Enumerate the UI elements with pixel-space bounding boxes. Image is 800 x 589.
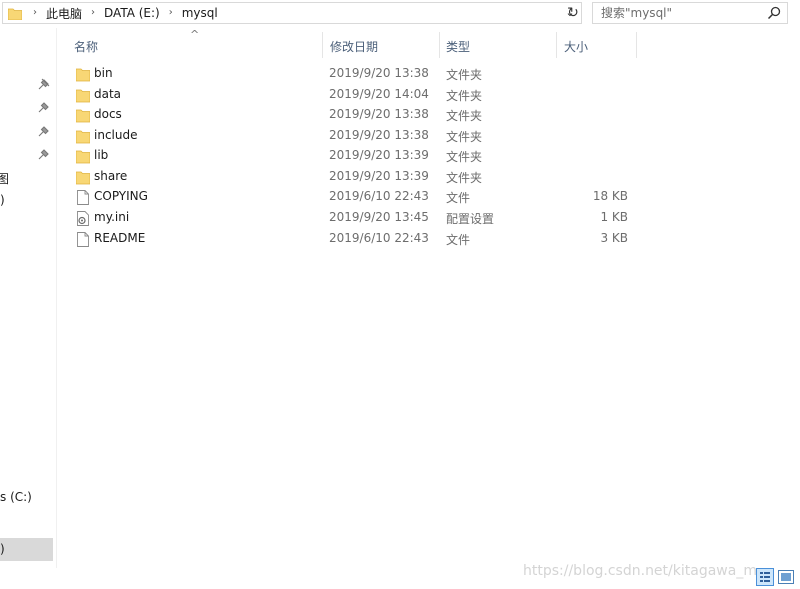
folder-icon [8, 8, 22, 20]
file-row[interactable]: share 2019/9/20 13:39 文件夹 [70, 167, 640, 187]
file-date: 2019/9/20 13:38 [329, 128, 429, 142]
file-name: share [94, 169, 128, 183]
pin-icon[interactable] [38, 78, 50, 90]
column-header-size[interactable]: 大小 [564, 38, 588, 55]
folder-icon [76, 109, 90, 123]
file-name: bin [94, 66, 113, 80]
folder-icon [76, 171, 90, 185]
file-name: README [94, 231, 146, 245]
pin-icon[interactable] [38, 101, 50, 113]
config-file-icon [77, 211, 89, 226]
breadcrumb: › 此电脑 › DATA (E:) › mysql [27, 3, 221, 23]
column-header-date[interactable]: 修改日期 [330, 38, 378, 55]
file-icon [77, 190, 89, 205]
nav-item-label[interactable]: 图 [0, 170, 9, 187]
column-header-type[interactable]: 类型 [446, 38, 470, 55]
folder-icon [76, 89, 90, 103]
file-date: 2019/9/20 13:38 [329, 66, 429, 80]
file-row[interactable]: data 2019/9/20 14:04 文件夹 [70, 85, 640, 105]
file-date: 2019/6/10 22:43 [329, 231, 429, 245]
file-date: 2019/6/10 22:43 [329, 189, 429, 203]
file-name: COPYING [94, 189, 148, 203]
nav-item-selected[interactable]: ) [0, 538, 53, 561]
file-size: 1 KB [600, 210, 628, 224]
breadcrumb-mysql[interactable]: mysql [179, 6, 221, 20]
file-size: 18 KB [592, 189, 628, 203]
file-row[interactable]: README 2019/6/10 22:43 文件 3 KB [70, 229, 640, 249]
file-date: 2019/9/20 13:38 [329, 107, 429, 121]
folder-icon [76, 130, 90, 144]
file-type: 文件夹 [446, 109, 483, 123]
chevron-right-icon[interactable]: › [163, 3, 179, 23]
nav-item-drive-c[interactable]: s (C:) [0, 490, 32, 504]
file-type: 文件夹 [446, 171, 483, 185]
file-date: 2019/9/20 13:39 [329, 169, 429, 183]
file-type: 文件夹 [446, 130, 483, 144]
file-row[interactable]: COPYING 2019/6/10 22:43 文件 18 KB [70, 187, 640, 207]
refresh-icon[interactable]: ↻ [562, 2, 584, 24]
column-divider[interactable] [322, 32, 323, 58]
file-date: 2019/9/20 13:45 [329, 210, 429, 224]
breadcrumb-drive-e[interactable]: DATA (E:) [101, 6, 163, 20]
file-name: include [94, 128, 138, 142]
file-name: docs [94, 107, 122, 121]
file-type: 文件 [446, 191, 471, 205]
folder-icon [76, 150, 90, 164]
folder-icon [76, 68, 90, 82]
sort-ascending-icon: ^ [190, 28, 200, 41]
file-type: 配置设置 [446, 212, 495, 226]
search-icon[interactable] [767, 6, 781, 20]
file-type: 文件夹 [446, 89, 483, 103]
navigation-pane[interactable]: 图 ) s (C:) ) [0, 28, 57, 568]
file-row[interactable]: my.ini 2019/9/20 13:45 配置设置 1 KB [70, 208, 640, 228]
file-type: 文件夹 [446, 68, 483, 82]
chevron-right-icon[interactable]: › [85, 3, 101, 23]
search-input[interactable] [601, 5, 761, 21]
address-bar[interactable]: › 此电脑 › DATA (E:) › mysql ⌄ [2, 2, 582, 24]
file-row[interactable]: docs 2019/9/20 13:38 文件夹 [70, 105, 640, 125]
large-icons-view-icon[interactable] [778, 570, 794, 584]
details-view-icon[interactable] [756, 568, 774, 586]
breadcrumb-this-pc[interactable]: 此电脑 [43, 5, 85, 22]
column-divider[interactable] [556, 32, 557, 58]
column-header-name[interactable]: 名称 [74, 38, 98, 55]
file-name: lib [94, 148, 109, 162]
file-date: 2019/9/20 13:39 [329, 148, 429, 162]
nav-item-label[interactable]: ) [0, 193, 5, 207]
file-name: data [94, 87, 122, 101]
file-row[interactable]: bin 2019/9/20 13:38 文件夹 [70, 64, 640, 84]
pin-icon[interactable] [38, 148, 50, 160]
file-date: 2019/9/20 14:04 [329, 87, 429, 101]
file-type: 文件夹 [446, 150, 483, 164]
file-row[interactable]: include 2019/9/20 13:38 文件夹 [70, 126, 640, 146]
nav-item-drive-e[interactable]: ) [0, 542, 5, 556]
watermark: https://blog.csdn.net/kitagawa_m [523, 563, 757, 579]
file-row[interactable]: lib 2019/9/20 13:39 文件夹 [70, 146, 640, 166]
file-type: 文件 [446, 233, 471, 247]
column-divider[interactable] [439, 32, 440, 58]
file-name: my.ini [94, 210, 130, 224]
search-box[interactable] [592, 2, 788, 24]
column-divider[interactable] [636, 32, 637, 58]
chevron-right-icon[interactable]: › [27, 3, 43, 23]
file-icon [77, 232, 89, 247]
file-size: 3 KB [600, 231, 628, 245]
pin-icon[interactable] [38, 125, 50, 137]
